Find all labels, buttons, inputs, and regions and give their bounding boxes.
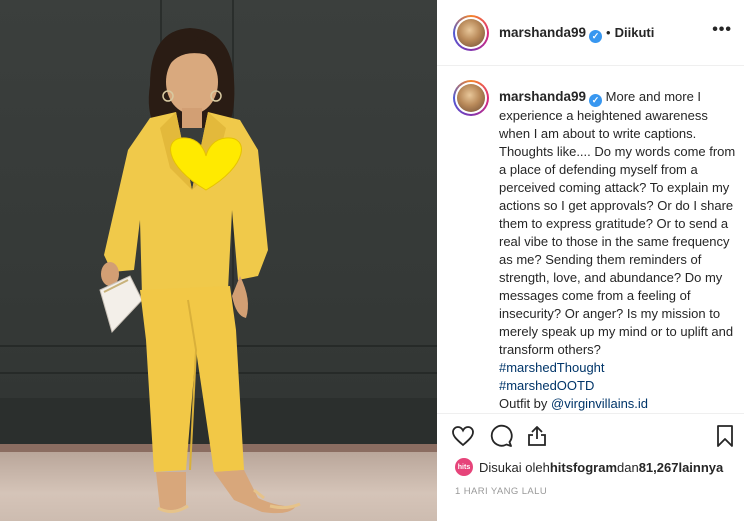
header-username[interactable]: marshanda99 <box>499 25 586 40</box>
separator-dot: • <box>606 25 611 40</box>
likes-count[interactable]: 81,267 <box>639 460 679 475</box>
outfit-credit: Outfit by @virginvillains.id <box>499 395 739 413</box>
person-illustration <box>99 28 301 514</box>
outfit-prefix: Outfit by <box>499 396 552 411</box>
post-actions: hits Disukai oleh hitsfogram dan 81,267 … <box>437 413 744 521</box>
hashtag-link[interactable]: #marshedThought <box>499 359 739 377</box>
mention-link[interactable]: @virginvillains.id <box>551 396 648 411</box>
avatar[interactable] <box>453 15 489 51</box>
caption-avatar[interactable] <box>453 80 489 116</box>
liker-avatar: hits <box>455 458 473 476</box>
caption-username[interactable]: marshanda99 <box>499 89 586 104</box>
share-icon[interactable] <box>523 422 551 450</box>
heart-icon[interactable] <box>449 422 477 450</box>
verified-badge-icon: ✓ <box>589 94 603 107</box>
follow-button[interactable]: Diikuti <box>615 25 655 40</box>
comments-area: marshanda99 ✓ More and more I experience … <box>437 66 744 413</box>
post-photo[interactable] <box>0 0 437 521</box>
post-side-panel: marshanda99 ✓ • Diikuti ••• marshanda99 ✓ Mo… <box>437 0 744 521</box>
bookmark-icon[interactable] <box>711 422 739 450</box>
avatar-image <box>457 19 485 47</box>
likes-summary[interactable]: hits Disukai oleh hitsfogram dan 81,267 … <box>455 458 723 476</box>
post-timestamp[interactable]: 1 HARI YANG LALU <box>455 486 547 497</box>
hashtag-link[interactable]: #marshedOOTD <box>499 377 739 395</box>
verified-badge-icon: ✓ <box>589 30 603 43</box>
comment-icon[interactable] <box>487 422 515 450</box>
likes-middle: dan <box>617 459 639 475</box>
caption-text: More and more I experience a heightened … <box>499 89 736 357</box>
likes-suffix[interactable]: lainnya <box>678 460 723 475</box>
caption: marshanda99 ✓ More and more I experience … <box>499 88 739 413</box>
more-options-icon[interactable]: ••• <box>712 21 732 39</box>
header-user-line: marshanda99 ✓ • Diikuti <box>499 24 654 43</box>
avatar-image <box>457 84 485 112</box>
post-header: marshanda99 ✓ • Diikuti ••• <box>437 0 744 66</box>
likes-prefix: Disukai oleh <box>479 459 550 475</box>
liker-username[interactable]: hitsfogram <box>550 460 617 475</box>
